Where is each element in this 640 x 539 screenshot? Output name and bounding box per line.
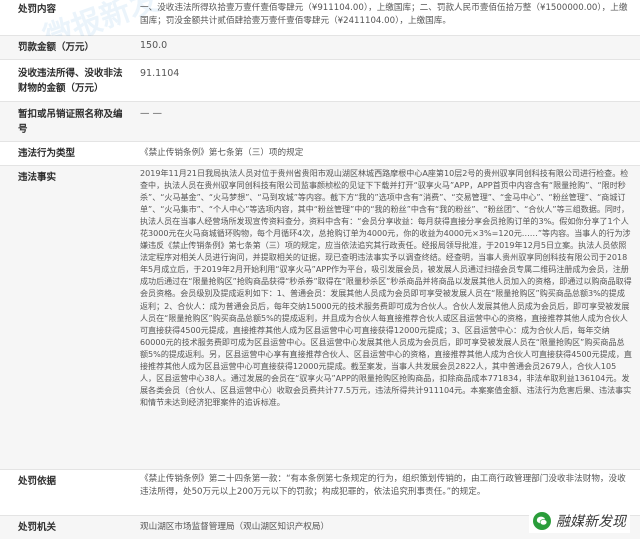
row-confiscation-amount: 没收违法所得、没收非法财物的金额（万元） 91.1104 (0, 60, 640, 102)
label-fine-amount: 罚款金额（万元） (18, 42, 95, 53)
label-authority: 处罚机关 (18, 522, 57, 533)
label-penalty-basis: 处罚依据 (18, 476, 57, 487)
account-badge: 融媒新发现 (529, 509, 630, 533)
value-violation-facts: 2019年11月21日我局执法人员对位于贵州省贵阳市观山湖区林城西路摩根中心A座… (140, 169, 632, 407)
row-penalty-content: 微报新发 处罚内容 一、没收违法所得玖拾壹万壹仟壹佰零肆元（¥911104.00… (0, 0, 640, 56)
value-penalty-basis: 《禁止传销条例》第二十四条第一款：“有本条例第七条规定的行为，组织策划传销的，由… (140, 474, 626, 497)
penalty-document: 微报新发 处罚内容 一、没收违法所得玖拾壹万壹仟壹佰零肆元（¥911104.00… (0, 0, 640, 539)
value-violation-type: 《禁止传销条例》第七条第（三）项的规定 (140, 148, 304, 158)
value-license: — — (140, 108, 163, 119)
value-confiscation-amount: 91.1104 (140, 68, 180, 79)
value-penalty-content: 一、没收违法所得玖拾壹万壹仟壹佰零肆元（¥911104.00），上缴国库；二、罚… (140, 3, 628, 26)
label-violation-type: 违法行为类型 (18, 148, 76, 159)
wechat-icon (533, 512, 551, 530)
account-name: 融媒新发现 (556, 514, 626, 530)
row-violation-type: 违法行为类型 《禁止传销条例》第七条第（三）项的规定 (0, 142, 640, 166)
row-license: 暂扣或吊销证照名称及编号 — — (0, 102, 640, 142)
label-violation-facts: 违法事实 (18, 172, 57, 183)
label-license: 暂扣或吊销证照名称及编号 (18, 109, 123, 135)
value-fine-amount: 150.0 (140, 40, 168, 51)
label-confiscation-amount: 没收违法所得、没收非法财物的金额（万元） (18, 68, 123, 94)
row-fine-amount: 罚款金额（万元） 150.0 (0, 36, 640, 60)
row-violation-facts: 违法事实 2019年11月21日我局执法人员对位于贵州省贵阳市观山湖区林城西路摩… (0, 166, 640, 470)
label-penalty-content: 处罚内容 (18, 4, 57, 15)
